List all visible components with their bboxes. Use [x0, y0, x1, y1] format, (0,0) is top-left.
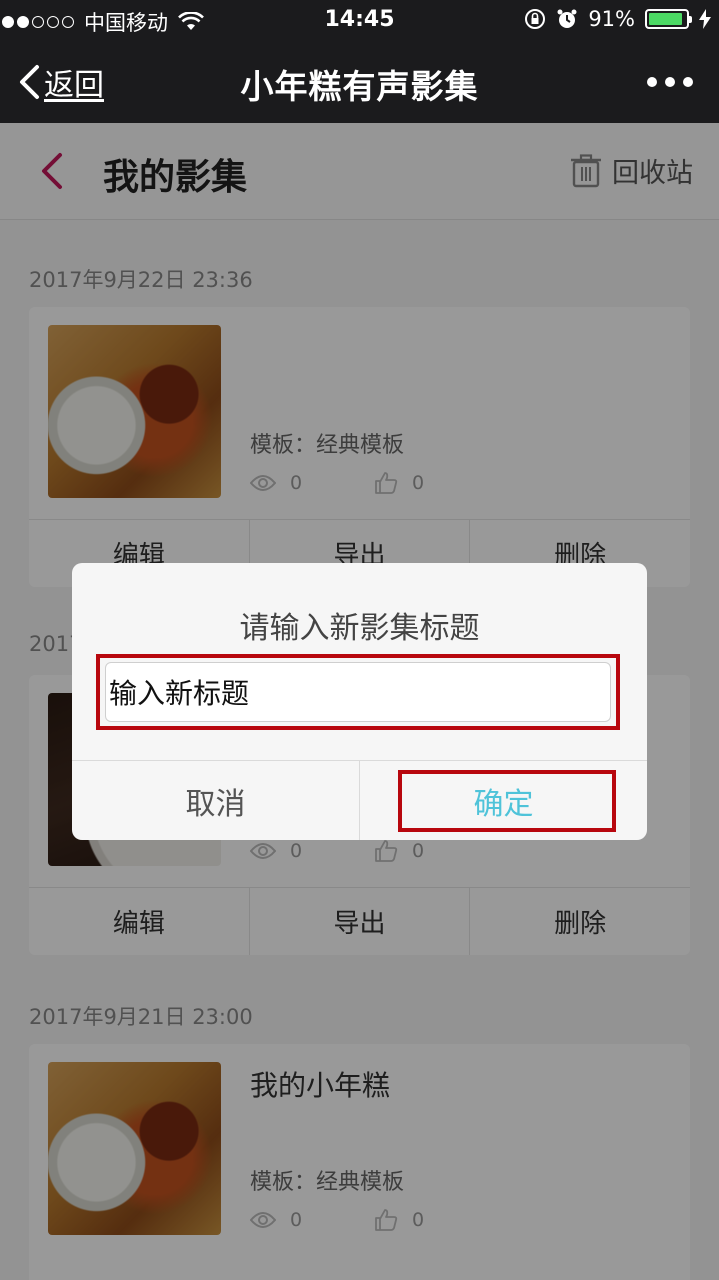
rename-dialog: 请输入新影集标题 取消 确定	[72, 563, 647, 840]
dialog-title: 请输入新影集标题	[239, 611, 480, 646]
charging-bolt-icon	[699, 9, 711, 29]
album-title-input[interactable]	[105, 662, 611, 722]
more-dots-icon[interactable]	[647, 77, 693, 87]
status-bar: 中国移动 14:45 91%	[0, 0, 719, 40]
confirm-highlight-box	[398, 770, 616, 832]
wechat-page-title: 小年糕有声影集	[240, 67, 479, 106]
wechat-nav-bar: 返回 小年糕有声影集	[0, 40, 719, 123]
battery-icon	[645, 9, 692, 29]
rotation-lock-icon	[525, 9, 546, 29]
alarm-icon	[557, 9, 577, 28]
status-right: 91%	[524, 7, 711, 31]
input-highlight-box	[96, 654, 620, 730]
cancel-button[interactable]: 取消	[72, 761, 360, 840]
battery-percent: 91%	[588, 7, 635, 31]
